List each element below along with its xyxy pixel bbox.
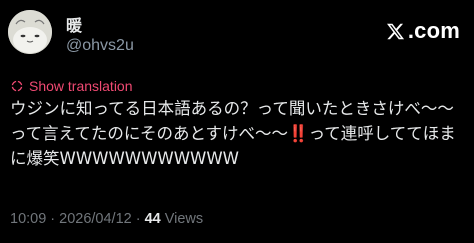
brand-logo: .com	[386, 18, 460, 44]
author-handle[interactable]: @ohvs2u	[66, 37, 134, 55]
tweet-meta: 10:09 · 2026/04/12 · 44 Views	[10, 211, 203, 227]
tweet-date[interactable]: 2026/04/12	[59, 211, 132, 227]
views-label: Views	[164, 211, 204, 227]
tweet-text: ウジンに知ってる日本語あるの？って聞いたときさけべ〜〜って言えてたのにそのあとす…	[10, 99, 456, 168]
translate-icon	[10, 79, 24, 93]
brand-text: .com	[407, 18, 460, 43]
avatar-illustration-icon	[8, 10, 52, 54]
tweet-card: 暖 @ohvs2u .com Show translation ウジンに知ってる…	[0, 0, 474, 243]
avatar[interactable]	[8, 10, 52, 54]
views-count: 44	[144, 211, 161, 227]
author-display-name[interactable]: 暖	[66, 12, 82, 36]
meta-separator: ·	[50, 211, 56, 227]
tweet-time[interactable]: 10:09	[10, 211, 46, 227]
show-translation-label: Show translation	[29, 78, 133, 94]
meta-separator: ·	[135, 211, 141, 227]
x-logo-icon	[386, 22, 405, 41]
show-translation-button[interactable]: Show translation	[10, 78, 133, 94]
